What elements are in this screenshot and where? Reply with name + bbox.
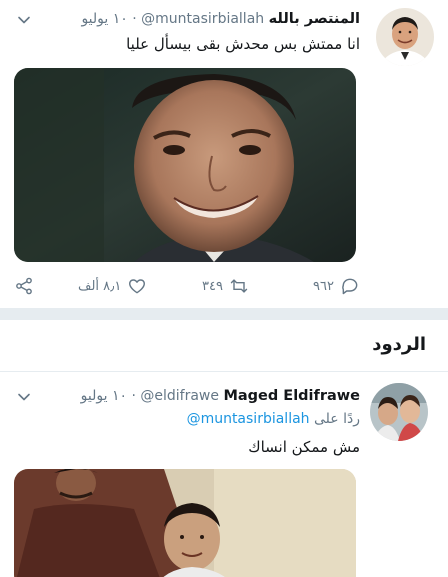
replies-header: الردود bbox=[0, 320, 448, 372]
tweet-actions: ٩٦٢ ٣٤٩ ٨٫١ ألف bbox=[0, 274, 448, 298]
reply-mention-link[interactable]: @muntasirbiallah bbox=[187, 411, 310, 427]
section-separator bbox=[0, 308, 448, 320]
chevron-down-icon[interactable] bbox=[16, 12, 32, 28]
tweet-date[interactable]: ١٠ يوليو bbox=[81, 11, 127, 27]
tweet-image[interactable] bbox=[14, 68, 356, 262]
reply-icon bbox=[342, 278, 358, 295]
reply-prefix: ردًا على bbox=[314, 411, 360, 427]
tweet-header: Maged Eldifrawe @eldifrawe · ١٠ يوليو bbox=[81, 385, 360, 407]
share-icon bbox=[16, 277, 32, 295]
reply-context: ردًا على @muntasirbiallah bbox=[187, 411, 360, 427]
tweet-text: مش ممكن انساك bbox=[248, 438, 360, 456]
tweet-text: انا ممتش بس محدش بقى بيسأل عليا bbox=[126, 35, 360, 53]
handle[interactable]: @muntasirbiallah bbox=[141, 11, 264, 27]
avatar[interactable] bbox=[376, 8, 434, 66]
display-name[interactable]: Maged Eldifrawe bbox=[223, 388, 360, 404]
main-tweet[interactable]: المنتصر بالله @muntasirbiallah · ١٠ يولي… bbox=[0, 0, 448, 310]
replies-title: الردود bbox=[372, 334, 426, 355]
reply-count: ٩٦٢ bbox=[313, 278, 334, 294]
tweet-header: المنتصر بالله @muntasirbiallah · ١٠ يولي… bbox=[81, 8, 360, 30]
like-button[interactable]: ٨٫١ ألف bbox=[72, 274, 147, 298]
avatar[interactable] bbox=[370, 383, 428, 441]
retweet-button[interactable]: ٣٤٩ bbox=[196, 274, 249, 298]
reply-button[interactable]: ٩٦٢ bbox=[307, 274, 360, 298]
handle[interactable]: @eldifrawe bbox=[140, 388, 219, 404]
chevron-down-icon[interactable] bbox=[16, 389, 32, 405]
tweet-image[interactable] bbox=[14, 469, 356, 577]
separator-dot: · bbox=[131, 388, 136, 404]
retweet-icon bbox=[230, 279, 248, 293]
separator-dot: · bbox=[132, 11, 137, 27]
tweet-date[interactable]: ١٠ يوليو bbox=[81, 388, 127, 404]
like-count: ٨٫١ ألف bbox=[78, 278, 122, 294]
share-button[interactable] bbox=[14, 274, 34, 298]
like-icon bbox=[129, 279, 146, 294]
display-name[interactable]: المنتصر بالله bbox=[269, 11, 360, 27]
retweet-count: ٣٤٩ bbox=[202, 278, 223, 294]
reply-tweet[interactable]: Maged Eldifrawe @eldifrawe · ١٠ يوليو رد… bbox=[0, 373, 448, 577]
